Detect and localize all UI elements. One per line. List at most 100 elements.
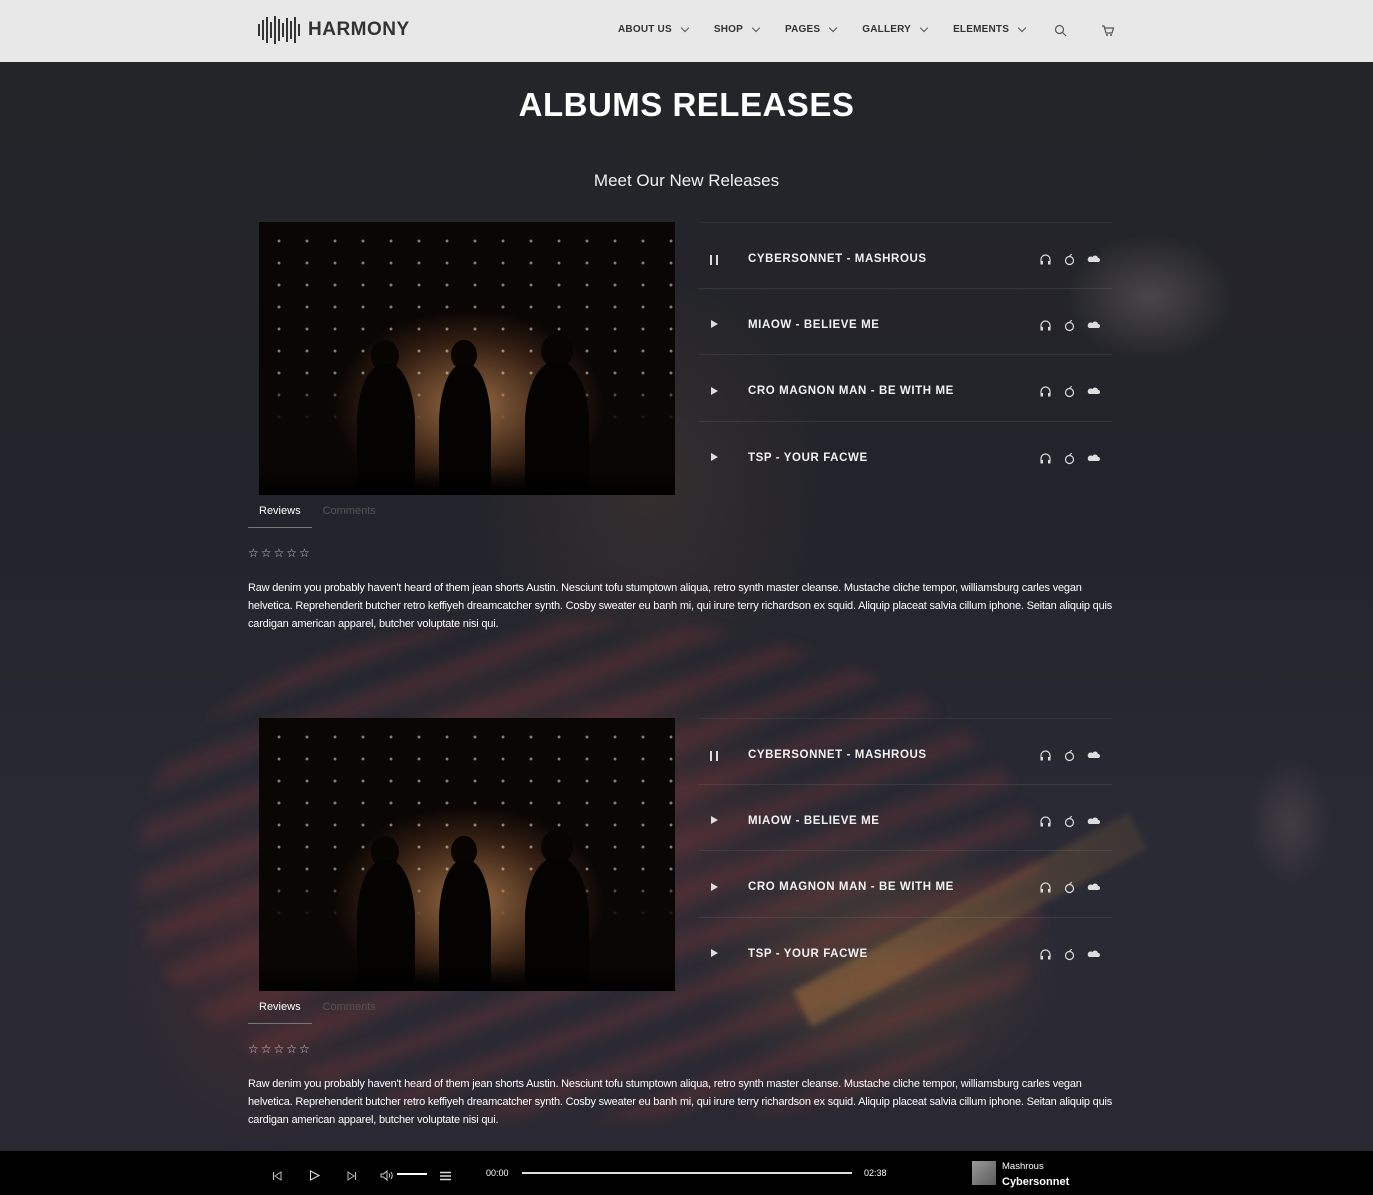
album-release: CYBERSONNET - MASHROUS MIAOW - BELIEVE M… (248, 222, 1128, 642)
star-rating[interactable]: ☆☆☆☆☆ (248, 1042, 312, 1056)
nav-pages[interactable]: PAGES (784, 23, 838, 35)
nav-about-us[interactable]: ABOUT US (618, 23, 690, 35)
nav-elements[interactable]: ELEMENTS (953, 23, 1027, 35)
chevron-down-icon (829, 23, 838, 32)
chevron-down-icon (680, 23, 690, 32)
now-playing-cover (972, 1161, 996, 1185)
apple-icon[interactable] (1063, 452, 1076, 465)
track-row[interactable]: CYBERSONNET - MASHROUS (699, 718, 1112, 785)
soundcloud-icon[interactable] (1087, 749, 1100, 762)
previous-icon[interactable] (272, 1168, 282, 1186)
track-list: CYBERSONNET - MASHROUS MIAOW - BELIEVE M… (699, 718, 1112, 984)
pause-icon[interactable] (710, 255, 718, 265)
logo[interactable]: HARMONY (258, 16, 410, 44)
track-row[interactable]: CYBERSONNET - MASHROUS (699, 222, 1112, 289)
nav-gallery[interactable]: GALLERY (862, 23, 929, 35)
headphones-icon[interactable] (1039, 948, 1052, 961)
track-title: MIAOW - BELIEVE ME (748, 318, 880, 331)
site-header: HARMONY ABOUT US SHOP PAGES GALLERY ELEM… (0, 0, 1373, 62)
review-text: Raw denim you probably haven't heard of … (248, 1078, 1113, 1126)
headphones-icon[interactable] (1039, 881, 1052, 894)
soundcloud-icon[interactable] (1087, 815, 1100, 828)
track-row[interactable]: MIAOW - BELIEVE ME (699, 785, 1112, 851)
search-icon[interactable] (1054, 24, 1067, 42)
track-title: CYBERSONNET - MASHROUS (748, 749, 927, 761)
play-icon[interactable] (711, 816, 719, 825)
next-icon[interactable] (347, 1168, 357, 1186)
play-icon[interactable] (711, 386, 719, 395)
play-icon[interactable] (711, 453, 719, 462)
soundcloud-icon[interactable] (1087, 948, 1100, 961)
duration: 02:38 (864, 1168, 887, 1178)
apple-icon[interactable] (1063, 815, 1076, 828)
apple-icon[interactable] (1063, 881, 1076, 894)
tab-reviews[interactable]: Reviews (248, 998, 312, 1024)
album-tabs: Reviews Comments (248, 998, 387, 1024)
track-title: TSP - YOUR FACWE (748, 451, 868, 464)
tab-reviews[interactable]: Reviews (248, 502, 312, 528)
nav-label: SHOP (713, 24, 743, 35)
nav-label: PAGES (784, 24, 821, 35)
tab-comments[interactable]: Comments (312, 502, 387, 528)
chevron-down-icon (751, 23, 761, 32)
chevron-down-icon (1017, 23, 1027, 32)
nav-label: GALLERY (862, 24, 912, 35)
soundcloud-icon[interactable] (1087, 253, 1100, 266)
track-row[interactable]: CRO MAGNON MAN - BE WITH ME (699, 355, 1112, 422)
album-tabs: Reviews Comments (248, 502, 387, 528)
nav-label: ABOUT US (618, 24, 672, 35)
now-playing-artist: Cybersonnet (1002, 1176, 1070, 1188)
soundcloud-icon[interactable] (1087, 881, 1100, 894)
volume-icon[interactable] (380, 1168, 393, 1186)
play-icon[interactable] (711, 882, 719, 891)
logo-waveform-icon (258, 16, 300, 44)
track-title: TSP - YOUR FACWE (748, 947, 868, 960)
album-release: CYBERSONNET - MASHROUS MIAOW - BELIEVE M… (248, 718, 1128, 1138)
headphones-icon[interactable] (1039, 749, 1052, 762)
track-title: CYBERSONNET - MASHROUS (748, 253, 927, 265)
progress-bar[interactable] (522, 1172, 852, 1174)
play-icon[interactable] (711, 949, 719, 958)
current-time: 00:00 (486, 1168, 509, 1178)
soundcloud-icon[interactable] (1087, 385, 1100, 398)
headphones-icon[interactable] (1039, 319, 1052, 332)
track-list: CYBERSONNET - MASHROUS MIAOW - BELIEVE M… (699, 222, 1112, 488)
track-title: MIAOW - BELIEVE ME (748, 814, 880, 827)
section-subtitle: Meet Our New Releases (593, 171, 780, 190)
tab-comments[interactable]: Comments (312, 998, 387, 1024)
album-cover-image (259, 718, 675, 991)
headphones-icon[interactable] (1039, 452, 1052, 465)
nav-shop[interactable]: SHOP (713, 23, 761, 35)
nav-label: ELEMENTS (953, 24, 1010, 35)
soundcloud-icon[interactable] (1087, 319, 1100, 332)
play-icon[interactable] (309, 1168, 321, 1186)
track-row[interactable]: CRO MAGNON MAN - BE WITH ME (699, 851, 1112, 918)
track-row[interactable]: TSP - YOUR FACWE (699, 918, 1112, 985)
apple-icon[interactable] (1063, 385, 1076, 398)
track-row[interactable]: MIAOW - BELIEVE ME (699, 289, 1112, 355)
page-title: ALBUMS RELEASES (518, 86, 855, 123)
star-rating[interactable]: ☆☆☆☆☆ (248, 546, 312, 560)
apple-icon[interactable] (1063, 253, 1076, 266)
logo-text: HARMONY (308, 19, 410, 40)
headphones-icon[interactable] (1039, 815, 1052, 828)
pause-icon[interactable] (710, 751, 718, 761)
volume-slider[interactable] (397, 1173, 427, 1175)
track-title: CRO MAGNON MAN - BE WITH ME (748, 881, 954, 893)
apple-icon[interactable] (1063, 948, 1076, 961)
album-cover-image (259, 222, 675, 495)
audio-player: 00:00 02:38 Mashrous Cybersonnet (0, 1151, 1373, 1195)
main-nav: ABOUT US SHOP PAGES GALLERY ELEMENTS (618, 23, 1051, 35)
headphones-icon[interactable] (1039, 385, 1052, 398)
playlist-icon[interactable] (440, 1168, 451, 1186)
play-icon[interactable] (711, 320, 719, 329)
track-row[interactable]: TSP - YOUR FACWE (699, 422, 1112, 489)
track-title: CRO MAGNON MAN - BE WITH ME (748, 385, 954, 397)
chevron-down-icon (919, 23, 929, 32)
now-playing-track: Mashrous (1002, 1161, 1044, 1172)
apple-icon[interactable] (1063, 319, 1076, 332)
soundcloud-icon[interactable] (1087, 452, 1100, 465)
cart-icon[interactable] (1101, 24, 1115, 42)
apple-icon[interactable] (1063, 749, 1076, 762)
headphones-icon[interactable] (1039, 253, 1052, 266)
